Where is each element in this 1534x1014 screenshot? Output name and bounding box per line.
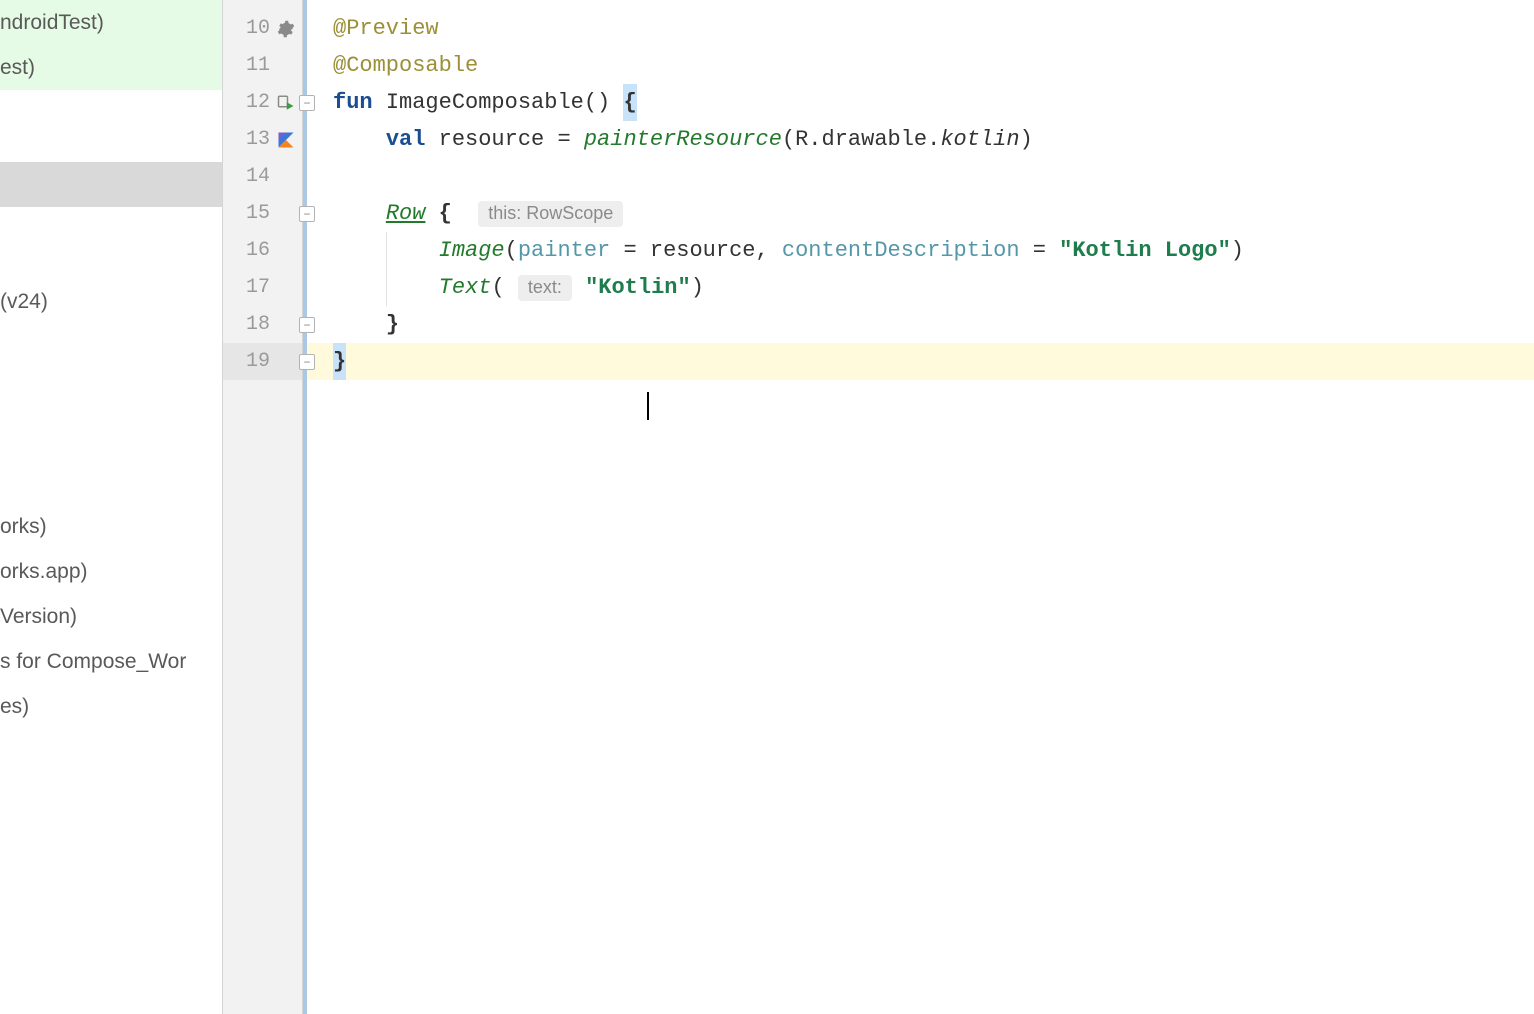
code-line[interactable]: Image(painter = resource, contentDescrip… [329, 232, 1534, 269]
fold-toggle-icon[interactable]: − [299, 354, 315, 370]
call: Row [386, 195, 426, 232]
parens: () [584, 84, 610, 121]
code-line[interactable]: val resource = painterResource(R.drawabl… [329, 121, 1534, 158]
inlay-hint: this: RowScope [478, 201, 623, 227]
gutter-row[interactable]: 10 [223, 10, 302, 47]
code-editor[interactable]: @Preview @Composable fun ImageComposable… [329, 0, 1534, 1014]
tree-item[interactable]: est) [0, 45, 222, 90]
qualifier: R.drawable. [795, 121, 940, 158]
gutter-row-current[interactable]: 19 [223, 343, 302, 380]
code-line[interactable] [329, 158, 1534, 195]
tree-item[interactable]: s for Compose_Wor [0, 639, 222, 684]
fold-toggle-icon[interactable]: − [299, 317, 315, 333]
line-number: 18 [242, 306, 270, 343]
code-line-current[interactable]: } [329, 343, 1534, 380]
tree-item[interactable]: es) [0, 684, 222, 729]
brace-open: { [439, 195, 452, 232]
tree-item[interactable]: (v24) [0, 279, 222, 324]
tree-item[interactable]: orks.app) [0, 549, 222, 594]
text-cursor [647, 392, 649, 420]
line-number: 13 [242, 121, 270, 158]
kotlin-icon [276, 130, 296, 150]
gutter-row[interactable]: 14 [223, 158, 302, 195]
operator: = [544, 121, 584, 158]
arg: resource [650, 232, 756, 269]
code-line[interactable]: @Composable [329, 47, 1534, 84]
gutter-row[interactable]: 17 [223, 269, 302, 306]
gutter-row[interactable]: 11 [223, 47, 302, 84]
gutter-row[interactable]: 18 [223, 306, 302, 343]
resource-name: kotlin [940, 121, 1019, 158]
identifier: resource [439, 121, 545, 158]
brace-close: } [386, 306, 399, 343]
call: painterResource [584, 121, 782, 158]
brace-open: { [623, 84, 636, 121]
gutter-row[interactable]: 15 [223, 195, 302, 232]
keyword: val [386, 121, 426, 158]
ide-root: ndroidTest) est) (v24) orks) orks.app) V… [0, 0, 1534, 1014]
fold-strip[interactable]: − − − − [303, 0, 329, 1014]
tree-item[interactable]: orks) [0, 504, 222, 549]
tree-item[interactable]: Version) [0, 594, 222, 639]
brace-close: } [333, 343, 346, 380]
code-line[interactable]: fun ImageComposable() { [329, 84, 1534, 121]
line-number: 12 [242, 84, 270, 121]
line-number: 19 [242, 343, 270, 380]
fold-toggle-icon[interactable]: − [299, 95, 315, 111]
code-line[interactable]: Row { this: RowScope [329, 195, 1534, 232]
line-number: 15 [242, 195, 270, 232]
annotation: @Preview [333, 10, 439, 47]
code-line[interactable]: @Preview [329, 10, 1534, 47]
line-number: 10 [242, 10, 270, 47]
inlay-hint: text: [518, 275, 572, 301]
gutter-row[interactable]: 13 [223, 121, 302, 158]
string: "Kotlin Logo" [1059, 232, 1231, 269]
line-number: 14 [242, 158, 270, 195]
run-icon[interactable] [276, 93, 296, 113]
annotation: @Composable [333, 47, 478, 84]
project-tree-sidebar[interactable]: ndroidTest) est) (v24) orks) orks.app) V… [0, 0, 223, 1014]
editor-gutter[interactable]: 10 11 12 13 14 15 16 17 18 19 [223, 0, 303, 1014]
line-number: 16 [242, 232, 270, 269]
gear-icon[interactable] [276, 19, 296, 39]
call: Image [439, 232, 505, 269]
fold-toggle-icon[interactable]: − [299, 206, 315, 222]
code-line[interactable]: Text( text: "Kotlin") [329, 269, 1534, 306]
line-number: 17 [242, 269, 270, 306]
string: "Kotlin" [585, 269, 691, 306]
param-name: contentDescription [782, 232, 1020, 269]
gutter-row[interactable]: 12 [223, 84, 302, 121]
call: Text [439, 269, 492, 306]
keyword: fun [333, 84, 373, 121]
tree-item-selected[interactable] [0, 162, 222, 207]
gutter-row[interactable]: 16 [223, 232, 302, 269]
line-number: 11 [242, 47, 270, 84]
tree-item[interactable]: ndroidTest) [0, 0, 222, 45]
function-name: ImageComposable [386, 84, 584, 121]
param-name: painter [518, 232, 610, 269]
code-line[interactable]: } [329, 306, 1534, 343]
